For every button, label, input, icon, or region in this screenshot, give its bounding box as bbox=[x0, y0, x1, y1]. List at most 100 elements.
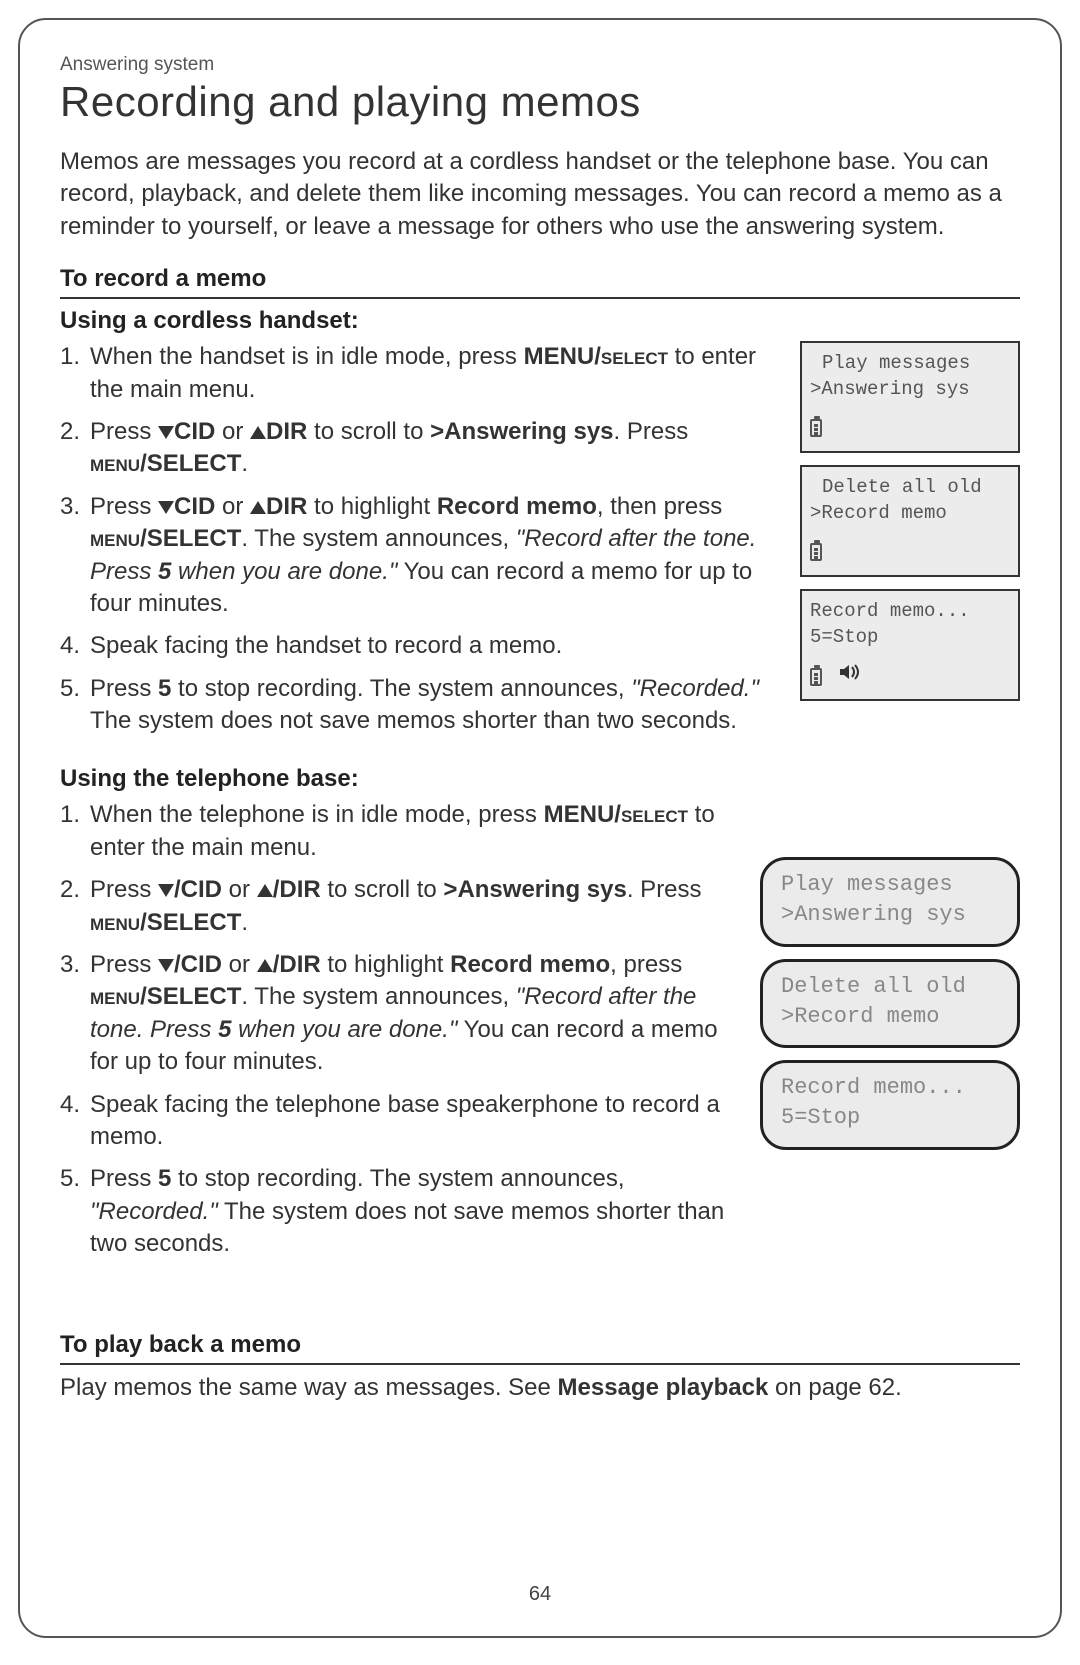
select-label: /SELECT bbox=[140, 983, 241, 1010]
base-step-2: Press /CID or /DIR to scroll to >Answeri… bbox=[60, 874, 742, 939]
menu-smallcaps: menu bbox=[90, 525, 140, 552]
manual-page: Answering system Recording and playing m… bbox=[18, 18, 1062, 1638]
lcd-icons bbox=[810, 416, 1010, 440]
text: or bbox=[222, 876, 257, 903]
lcd-line: Delete all old bbox=[810, 475, 1010, 501]
lcd-line: >Answering sys bbox=[781, 900, 999, 930]
answering-sys-label: >Answering sys bbox=[430, 418, 613, 445]
playback-heading: To play back a memo bbox=[60, 1331, 1020, 1365]
handset-lcd-3: Record memo... 5=Stop bbox=[800, 589, 1020, 701]
cid-label: /CID bbox=[174, 876, 222, 903]
lcd-line: >Answering sys bbox=[810, 377, 1010, 403]
handset-steps-col: When the handset is in idle mode, press … bbox=[60, 341, 782, 747]
announce-text: "Recorded." bbox=[631, 675, 759, 702]
text: . Press bbox=[614, 418, 689, 445]
handset-step-2: Press CID or DIR to scroll to >Answering… bbox=[60, 416, 782, 481]
lcd-icons bbox=[810, 540, 1010, 564]
handset-heading: Using a cordless handset: bbox=[60, 307, 1020, 335]
text: Press bbox=[90, 493, 158, 520]
text: on page 62. bbox=[768, 1374, 901, 1401]
announce-text: when you are done." bbox=[231, 1016, 457, 1043]
menu-label: MENU/ bbox=[524, 343, 601, 370]
text: , press bbox=[610, 951, 682, 978]
text: to highlight bbox=[307, 493, 436, 520]
page-number: 64 bbox=[20, 1583, 1060, 1606]
record-memo-heading: To record a memo bbox=[60, 265, 1020, 299]
handset-step-5: Press 5 to stop recording. The system an… bbox=[60, 673, 782, 738]
select-smallcaps: select bbox=[621, 801, 688, 828]
handset-step-4: Speak facing the handset to record a mem… bbox=[60, 630, 782, 662]
intro-paragraph: Memos are messages you record at a cordl… bbox=[60, 146, 1020, 243]
triangle-up-icon bbox=[250, 426, 266, 439]
text: . The system announces, bbox=[241, 983, 515, 1010]
menu-label: MENU/ bbox=[544, 801, 621, 828]
base-columns: When the telephone is in idle mode, pres… bbox=[60, 799, 1020, 1270]
text: Press bbox=[90, 418, 158, 445]
text: Press bbox=[90, 951, 158, 978]
lcd-line: 5=Stop bbox=[810, 625, 1010, 651]
lcd-line: Play messages bbox=[781, 870, 999, 900]
lcd-line: >Record memo bbox=[810, 501, 1010, 527]
section-label: Answering system bbox=[60, 54, 1020, 76]
record-memo-label: Record memo bbox=[437, 493, 597, 520]
lcd-icons bbox=[810, 664, 1010, 689]
base-lcd-1: Play messages >Answering sys bbox=[760, 857, 1020, 946]
handset-step-3: Press CID or DIR to highlight Record mem… bbox=[60, 491, 782, 621]
handset-lcd-col: Play messages >Answering sys Delete all … bbox=[800, 341, 1020, 747]
announce-text: "Recorded." bbox=[90, 1198, 218, 1225]
cid-label: CID bbox=[174, 418, 215, 445]
text: or bbox=[222, 951, 257, 978]
lcd-line: Record memo... bbox=[781, 1073, 999, 1103]
menu-smallcaps: menu bbox=[90, 450, 140, 477]
select-label: /SELECT bbox=[140, 450, 241, 477]
message-playback-ref: Message playback bbox=[558, 1374, 769, 1401]
page-title: Recording and playing memos bbox=[60, 78, 1020, 126]
base-steps: When the telephone is in idle mode, pres… bbox=[60, 799, 742, 1260]
triangle-down-icon bbox=[158, 884, 174, 897]
select-label: /SELECT bbox=[140, 525, 241, 552]
lcd-line: Record memo... bbox=[810, 599, 1010, 625]
cid-label: /CID bbox=[174, 951, 222, 978]
menu-smallcaps: menu bbox=[90, 909, 140, 936]
base-lcd-col: Play messages >Answering sys Delete all … bbox=[760, 799, 1020, 1270]
text: or bbox=[215, 418, 250, 445]
handset-steps: When the handset is in idle mode, press … bbox=[60, 341, 782, 737]
base-step-3: Press /CID or /DIR to highlight Record m… bbox=[60, 949, 742, 1079]
text: , then press bbox=[597, 493, 722, 520]
base-steps-col: When the telephone is in idle mode, pres… bbox=[60, 799, 742, 1270]
text: . The system announces, bbox=[241, 525, 515, 552]
text: The system does not save memos shorter t… bbox=[90, 707, 737, 734]
five-label: 5 bbox=[158, 558, 171, 585]
text: Press bbox=[90, 876, 158, 903]
playback-section: To play back a memo Play memos the same … bbox=[60, 1331, 1020, 1405]
battery-icon bbox=[810, 419, 822, 437]
lcd-line: Play messages bbox=[810, 351, 1010, 377]
text: . bbox=[241, 450, 248, 477]
text: Play memos the same way as messages. See bbox=[60, 1374, 558, 1401]
handset-lcd-1: Play messages >Answering sys bbox=[800, 341, 1020, 453]
five-label: 5 bbox=[158, 1165, 171, 1192]
handset-columns: When the handset is in idle mode, press … bbox=[60, 341, 1020, 747]
text: to scroll to bbox=[307, 418, 430, 445]
text: to stop recording. The system announces, bbox=[171, 675, 631, 702]
text: Press bbox=[90, 675, 158, 702]
dir-label: /DIR bbox=[273, 876, 321, 903]
triangle-down-icon bbox=[158, 959, 174, 972]
text: Press bbox=[90, 1165, 158, 1192]
playback-text: Play memos the same way as messages. See… bbox=[60, 1371, 1020, 1405]
lcd-line: >Record memo bbox=[781, 1002, 999, 1032]
announce-text: when you are done." bbox=[171, 558, 397, 585]
menu-smallcaps: menu bbox=[90, 983, 140, 1010]
base-step-1: When the telephone is in idle mode, pres… bbox=[60, 799, 742, 864]
select-smallcaps: select bbox=[601, 343, 668, 370]
text: When the telephone is in idle mode, pres… bbox=[90, 801, 544, 828]
lcd-line: 5=Stop bbox=[781, 1103, 999, 1133]
text: or bbox=[215, 493, 250, 520]
dir-label: /DIR bbox=[273, 951, 321, 978]
base-lcd-3: Record memo... 5=Stop bbox=[760, 1060, 1020, 1149]
triangle-down-icon bbox=[158, 501, 174, 514]
text: . bbox=[241, 909, 248, 936]
battery-icon bbox=[810, 668, 822, 686]
text: to scroll to bbox=[321, 876, 444, 903]
text: . Press bbox=[627, 876, 702, 903]
